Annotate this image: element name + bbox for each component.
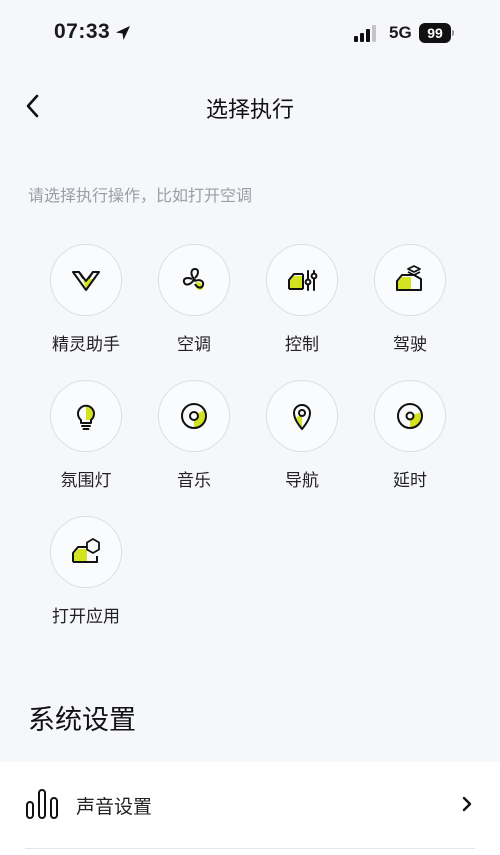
action-music[interactable]: 音乐 (142, 380, 250, 500)
hint-text: 请选择执行操作，比如打开空调 (28, 186, 253, 205)
action-circle (50, 244, 122, 316)
action-open-app[interactable]: 打开应用 (34, 516, 142, 636)
battery-tip (452, 30, 454, 36)
sound-bars-icon (26, 789, 58, 819)
action-ac[interactable]: 空调 (142, 244, 250, 364)
action-assistant[interactable]: 精灵助手 (34, 244, 142, 364)
nav-bar: 选择执行 (0, 80, 500, 132)
signal-icon (354, 25, 376, 42)
action-label: 音乐 (177, 471, 211, 491)
timer-icon (397, 403, 423, 429)
action-label: 导航 (285, 471, 319, 491)
action-circle (266, 244, 338, 316)
page-title: 选择执行 (205, 98, 294, 123)
drive-icon (396, 265, 422, 291)
action-circle (50, 380, 122, 452)
action-circle (158, 244, 230, 316)
action-circle (50, 516, 122, 588)
status-time: 07:33 (54, 20, 111, 43)
battery-level: 99 (419, 23, 451, 43)
fan-icon (182, 267, 205, 291)
open-app-icon (72, 538, 100, 563)
action-label: 驾驶 (393, 335, 427, 355)
action-label: 氛围灯 (60, 471, 112, 491)
location-arrow-icon (116, 26, 130, 40)
action-circle (158, 380, 230, 452)
action-ambient-light[interactable]: 氛围灯 (34, 380, 142, 500)
action-label: 延时 (393, 471, 427, 491)
section-title: 系统设置 (28, 705, 136, 736)
battery-indicator: 99 (419, 23, 454, 43)
divider (25, 848, 475, 849)
action-drive[interactable]: 驾驶 (358, 244, 466, 364)
action-control[interactable]: 控制 (250, 244, 358, 364)
assistant-icon (72, 271, 100, 291)
bulb-icon (77, 404, 95, 430)
action-label: 空调 (177, 335, 211, 355)
action-circle (266, 380, 338, 452)
settings-list: 声音设置 (0, 762, 500, 855)
action-delay[interactable]: 延时 (358, 380, 466, 500)
action-navigation[interactable]: 导航 (250, 380, 358, 500)
network-type: 5G (389, 23, 412, 42)
status-bar: 07:33 5G 99 (0, 0, 500, 68)
location-pin-icon (293, 404, 311, 430)
settings-row-sound[interactable]: 声音设置 (0, 762, 500, 848)
chevron-right-icon (462, 796, 472, 812)
row-label: 声音设置 (76, 796, 153, 818)
action-label: 精灵助手 (52, 335, 120, 355)
action-label: 控制 (285, 335, 319, 355)
action-circle (374, 380, 446, 452)
action-label: 打开应用 (52, 607, 120, 627)
action-circle (374, 244, 446, 316)
car-control-icon (288, 270, 318, 291)
music-icon (181, 403, 207, 429)
